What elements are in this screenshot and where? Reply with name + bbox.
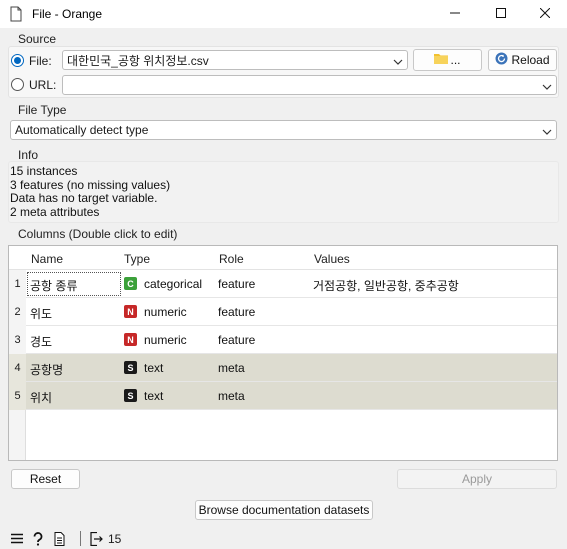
close-icon [539, 7, 551, 21]
chevron-down-icon [542, 126, 552, 136]
row-role[interactable]: meta [218, 389, 245, 403]
url-combo[interactable] [62, 75, 557, 95]
file-radio[interactable] [11, 54, 24, 67]
row-role[interactable]: feature [218, 277, 255, 291]
close-button[interactable] [523, 0, 567, 28]
file-type-combo[interactable]: Automatically detect type [10, 120, 557, 140]
row-index[interactable]: 2 [9, 298, 26, 326]
row-values[interactable]: 거점공항, 일반공항, 중추공항 [313, 277, 459, 294]
columns-table: Name Type Role Values 1 공항 종류 C categori… [8, 245, 558, 461]
text-type-icon: S [124, 361, 137, 374]
info-features: 3 features (no missing values) [10, 178, 171, 192]
row-index[interactable]: 1 [9, 270, 26, 298]
column-header-role[interactable]: Role [219, 252, 244, 266]
row-type[interactable]: text [144, 389, 163, 403]
row-name[interactable]: 위치 [30, 389, 52, 406]
info-instances: 15 instances [10, 164, 78, 178]
title-bar: File - Orange [0, 0, 567, 28]
reset-button[interactable]: Reset [11, 469, 80, 489]
column-header-values[interactable]: Values [314, 252, 350, 266]
output-icon[interactable] [90, 531, 103, 546]
row-role[interactable]: meta [218, 361, 245, 375]
reload-label: Reload [511, 53, 550, 67]
column-header-name[interactable]: Name [31, 252, 63, 266]
reload-icon [495, 52, 508, 68]
apply-label: Apply [461, 472, 493, 486]
row-name[interactable]: 공항명 [30, 361, 63, 378]
chevron-down-icon [393, 56, 403, 66]
table-row[interactable]: 위도 N numeric feature [26, 298, 557, 326]
file-combo[interactable]: 대한민국_공항 위치정보.csv [62, 50, 408, 70]
row-type[interactable]: text [144, 361, 163, 375]
minimize-button[interactable] [433, 0, 477, 28]
status-bar: 15 [0, 528, 567, 549]
row-type[interactable]: numeric [144, 333, 187, 347]
source-group-label: Source [18, 32, 57, 46]
categorical-type-icon: C [124, 277, 137, 290]
file-type-value: Automatically detect type [15, 123, 149, 137]
maximize-button[interactable] [479, 0, 523, 28]
table-row[interactable]: 경도 N numeric feature [26, 326, 557, 354]
row-type[interactable]: numeric [144, 305, 187, 319]
info-meta: 2 meta attributes [10, 205, 100, 219]
orange-app-icon [8, 6, 24, 22]
row-name[interactable]: 위도 [30, 305, 52, 322]
table-row[interactable]: 위치 S text meta [26, 382, 557, 410]
row-name[interactable]: 경도 [30, 333, 52, 350]
numeric-type-icon: N [124, 305, 137, 318]
table-header: Name Type Role Values [9, 246, 557, 270]
folder-icon [434, 53, 449, 67]
browse-documentation-label: Browse documentation datasets [198, 503, 370, 517]
url-radio[interactable] [11, 78, 24, 91]
table-row[interactable]: 공항 종류 C categorical feature 거점공항, 일반공항, … [26, 270, 557, 298]
row-role[interactable]: feature [218, 305, 255, 319]
column-header-type[interactable]: Type [124, 252, 150, 266]
row-role[interactable]: feature [218, 333, 255, 347]
maximize-icon [496, 7, 506, 21]
numeric-type-icon: N [124, 333, 137, 346]
columns-group-label: Columns (Double click to edit) [18, 227, 178, 241]
output-count: 15 [108, 531, 122, 546]
row-type[interactable]: categorical [144, 277, 202, 291]
info-group-label: Info [18, 148, 39, 162]
browse-file-button[interactable]: ... [413, 49, 482, 71]
reload-button[interactable]: Reload [488, 49, 557, 71]
url-radio-label: URL: [29, 78, 57, 92]
reset-label: Reset [29, 472, 62, 486]
table-row[interactable]: 공항명 S text meta [26, 354, 557, 382]
browse-documentation-button[interactable]: Browse documentation datasets [195, 500, 373, 520]
row-name[interactable]: 공항 종류 [30, 277, 78, 294]
text-type-icon: S [124, 389, 137, 402]
menu-icon[interactable] [11, 531, 23, 546]
document-icon[interactable] [54, 531, 65, 546]
file-type-group-label: File Type [18, 103, 67, 117]
help-icon[interactable] [32, 531, 44, 546]
row-index[interactable]: 5 [9, 382, 26, 410]
browse-file-label: ... [450, 53, 461, 67]
window-title: File - Orange [32, 7, 103, 21]
apply-button[interactable]: Apply [397, 469, 557, 489]
row-index[interactable]: 4 [9, 354, 26, 382]
file-radio-label: File: [29, 54, 52, 68]
minimize-icon [450, 7, 460, 21]
chevron-down-icon [542, 81, 552, 91]
status-separator [80, 531, 81, 546]
file-combo-value: 대한민국_공항 위치정보.csv [67, 53, 209, 68]
row-index[interactable]: 3 [9, 326, 26, 354]
info-target: Data has no target variable. [10, 191, 158, 205]
